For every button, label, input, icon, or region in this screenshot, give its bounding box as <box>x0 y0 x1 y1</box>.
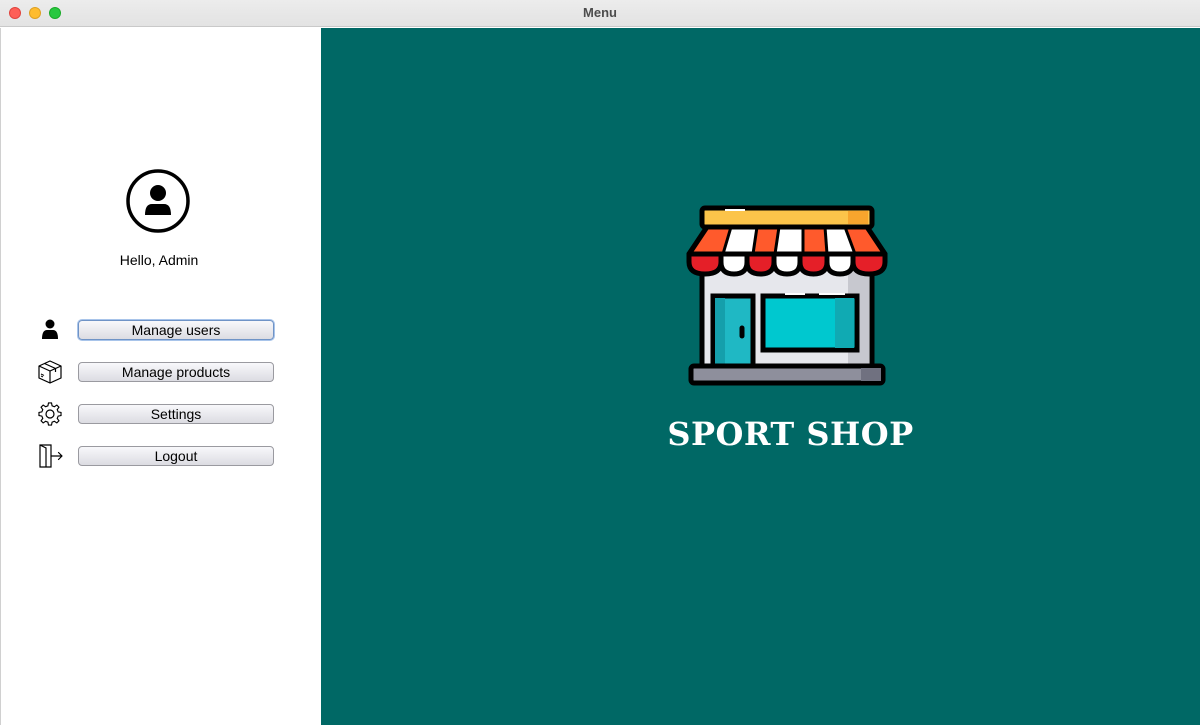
logout-button[interactable]: Logout <box>78 446 274 466</box>
title-bar[interactable]: Menu <box>0 0 1200 27</box>
menu-item-logout: Logout <box>1 441 322 471</box>
gear-icon <box>38 402 62 426</box>
logout-icon <box>39 444 63 468</box>
greeting-text: Hello, Admin <box>119 252 199 268</box>
package-icon <box>38 360 62 384</box>
app-window: Menu Hello, Admin Manage users Manage pr… <box>0 0 1200 725</box>
shop-title: SPORT SHOP <box>667 415 914 453</box>
user-icon <box>42 319 58 339</box>
manage-products-button[interactable]: Manage products <box>78 362 274 382</box>
sidebar: Hello, Admin Manage users Manage product… <box>0 28 321 725</box>
menu-item-manage-products: Manage products <box>1 357 322 387</box>
settings-button[interactable]: Settings <box>78 404 274 424</box>
manage-users-button[interactable]: Manage users <box>78 320 274 340</box>
menu-item-settings: Settings <box>1 399 322 429</box>
menu-item-manage-users: Manage users <box>1 315 322 345</box>
main-panel: SPORT SHOP <box>321 28 1200 725</box>
window-title: Menu <box>583 5 617 20</box>
user-circle-icon <box>126 169 190 233</box>
storefront-icon <box>686 205 888 386</box>
